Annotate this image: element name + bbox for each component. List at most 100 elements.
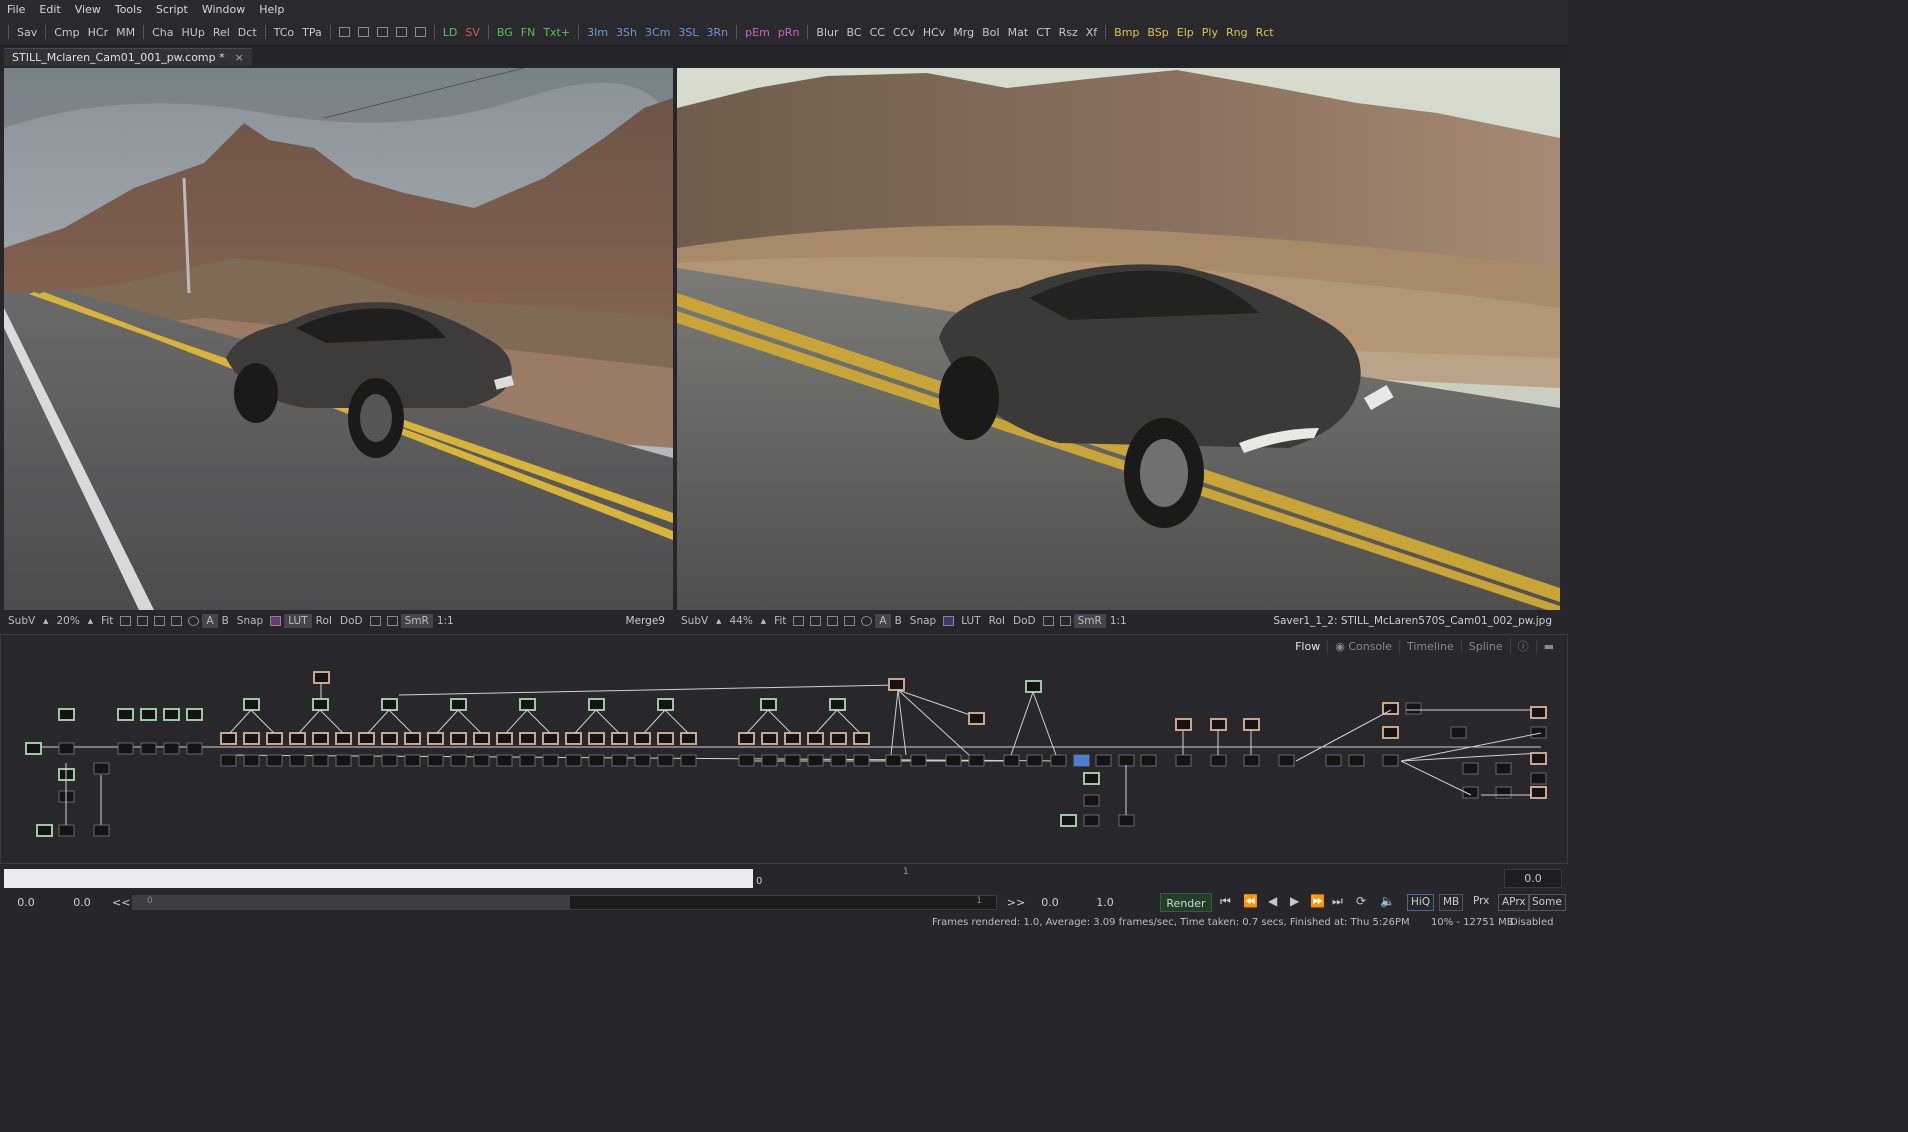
tool-sv[interactable]: SV (461, 19, 484, 46)
tool-rng[interactable]: Rng (1222, 19, 1252, 46)
flow-node[interactable] (25, 742, 42, 755)
flow-node[interactable] (312, 698, 329, 711)
spline-icon[interactable] (793, 616, 805, 626)
flow-node[interactable] (853, 754, 870, 767)
layout3-icon[interactable] (376, 27, 388, 37)
flow-node[interactable] (1083, 814, 1100, 827)
grid-icon[interactable] (810, 616, 822, 626)
flow-node[interactable] (117, 742, 134, 755)
flow-node[interactable] (1348, 754, 1365, 767)
comment-icon[interactable]: ▬ (1535, 639, 1561, 653)
tool-bc[interactable]: BC (843, 19, 866, 46)
dod-button[interactable]: DoD (336, 615, 367, 627)
flow-node[interactable] (761, 754, 778, 767)
flow-node[interactable] (1243, 754, 1260, 767)
flow-node[interactable] (1530, 726, 1547, 739)
color-channel-icon[interactable] (270, 616, 282, 626)
tool-3sl[interactable]: 3SL (674, 19, 702, 46)
tool-rct[interactable]: Rct (1252, 19, 1278, 46)
flow-node[interactable] (404, 754, 421, 767)
hiq-button[interactable]: HiQ (1407, 894, 1435, 911)
flow-node[interactable] (910, 754, 927, 767)
comp-tab[interactable]: STILL_Mclaren_Cam01_001_pw.comp * × (4, 48, 252, 66)
flow-graph[interactable] (1, 655, 1567, 863)
flow-node[interactable] (1462, 762, 1479, 775)
flow-node[interactable] (1530, 752, 1547, 765)
flow-node[interactable] (588, 732, 605, 745)
flow-node[interactable] (738, 754, 755, 767)
flow-node[interactable] (312, 732, 329, 745)
flow-node[interactable] (163, 708, 180, 721)
flow-node[interactable] (968, 712, 985, 725)
step-back-button[interactable]: << (112, 894, 130, 912)
render-start-field[interactable]: 0.0 (58, 894, 106, 912)
flow-node[interactable] (1325, 754, 1342, 767)
flow-node[interactable] (519, 732, 536, 745)
b-buffer-button[interactable]: B (891, 615, 906, 627)
tool-hup[interactable]: HUp (178, 19, 209, 46)
menu-file[interactable]: File (0, 0, 32, 19)
tool-3im[interactable]: 3Im (583, 19, 612, 46)
brush-icon[interactable] (154, 616, 166, 626)
flow-node[interactable] (1175, 754, 1192, 767)
menu-view[interactable]: View (68, 0, 108, 19)
flow-node[interactable] (220, 754, 237, 767)
tool-dct[interactable]: Dct (234, 19, 261, 46)
flow-node[interactable] (1025, 680, 1042, 693)
flow-node[interactable] (427, 754, 444, 767)
flow-node[interactable] (450, 754, 467, 767)
smr-button[interactable]: SmR (400, 614, 433, 628)
tool-ply[interactable]: Ply (1198, 19, 1222, 46)
flow-node[interactable] (519, 698, 536, 711)
flow-node[interactable] (807, 754, 824, 767)
flow-node[interactable] (830, 754, 847, 767)
flow-node[interactable] (358, 754, 375, 767)
timeline-range-bar[interactable] (4, 869, 753, 888)
flow-node[interactable] (496, 754, 513, 767)
tool-ld[interactable]: LD (439, 19, 462, 46)
flow-node[interactable] (1382, 754, 1399, 767)
flow-node[interactable] (1278, 754, 1295, 767)
tool-sav[interactable]: Sav (13, 19, 41, 46)
tool-boi[interactable]: BoI (978, 19, 1004, 46)
selected-flow-node[interactable] (1074, 755, 1089, 766)
lut-button[interactable]: LUT (284, 614, 312, 628)
flow-node[interactable] (450, 732, 467, 745)
flow-node[interactable] (565, 754, 582, 767)
flow-node[interactable] (186, 708, 203, 721)
flow-node[interactable] (885, 754, 902, 767)
tool-bsp[interactable]: BSp (1143, 19, 1172, 46)
flow-node[interactable] (1026, 754, 1043, 767)
flow-node[interactable] (565, 732, 582, 745)
tool-cc[interactable]: CC (866, 19, 889, 46)
spline-icon[interactable] (120, 616, 132, 626)
flow-node[interactable] (761, 732, 778, 745)
flow-node[interactable] (313, 671, 330, 684)
flow-node[interactable] (186, 742, 203, 755)
tool-hcr[interactable]: HCr (84, 19, 112, 46)
flow-node[interactable] (634, 754, 651, 767)
flow-node[interactable] (1382, 702, 1399, 715)
flow-node[interactable] (542, 732, 559, 745)
flow-node[interactable] (1530, 786, 1547, 799)
flow-node[interactable] (829, 698, 846, 711)
flow-node[interactable] (542, 754, 559, 767)
flow-node[interactable] (1175, 718, 1192, 731)
flow-node[interactable] (381, 732, 398, 745)
zoom-dropdown[interactable]: 44% (725, 615, 756, 627)
tool-ct[interactable]: CT (1032, 19, 1054, 46)
flow-node[interactable] (1003, 754, 1020, 767)
subview-dropdown[interactable]: SubV (677, 615, 712, 627)
roi-button[interactable]: RoI (985, 615, 1009, 627)
zoom-dropdown[interactable]: 20% (52, 615, 83, 627)
global-start-field[interactable]: 0.0 (4, 894, 48, 912)
flow-node[interactable] (1450, 726, 1467, 739)
circle-icon[interactable] (188, 616, 200, 626)
mb-button[interactable]: MB (1439, 894, 1464, 911)
lut-button[interactable]: LUT (957, 615, 984, 627)
flow-node[interactable] (220, 732, 237, 745)
flow-node[interactable] (1095, 754, 1112, 767)
flow-node[interactable] (1243, 718, 1260, 731)
flow-node[interactable] (58, 742, 75, 755)
tab-timeline[interactable]: Timeline (1398, 639, 1461, 653)
